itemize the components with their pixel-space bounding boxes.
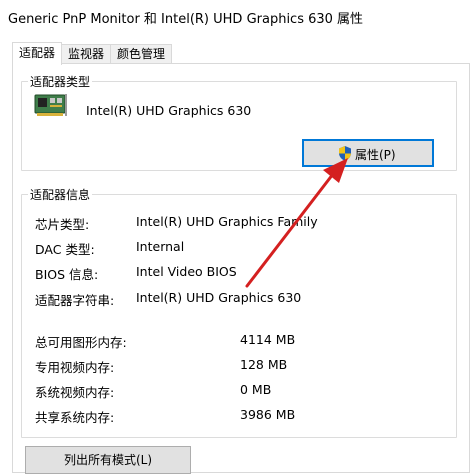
- chip-type-value: Intel(R) UHD Graphics Family: [136, 214, 318, 229]
- shared-system-memory-value: 3986 MB: [240, 407, 296, 422]
- adapter-type-group-title: 适配器类型: [28, 73, 93, 90]
- adapter-info-group-title: 适配器信息: [28, 186, 93, 203]
- adapter-type-group: 适配器类型 Intel(R) UHD Graphics 630 属性(P): [21, 73, 457, 171]
- dedicated-video-memory-value: 128 MB: [240, 357, 288, 372]
- shared-system-memory-label: 共享系统内存:: [35, 410, 115, 425]
- dac-type-label: DAC 类型:: [35, 242, 95, 257]
- tab-panel-adapter: 适配器类型 Intel(R) UHD Graphics 630 属性(P) 适配…: [12, 63, 470, 474]
- tab-color-management[interactable]: 颜色管理: [110, 44, 172, 63]
- properties-button[interactable]: 属性(P): [302, 139, 434, 167]
- graphics-card-icon: [34, 94, 67, 116]
- tab-adapter[interactable]: 适配器: [12, 42, 62, 65]
- adapter-string-value: Intel(R) UHD Graphics 630: [136, 290, 302, 305]
- chip-type-label: 芯片类型:: [35, 217, 90, 232]
- title-bar[interactable]: Generic PnP Monitor 和 Intel(R) UHD Graph…: [0, 0, 472, 32]
- total-graphics-memory-value: 4114 MB: [240, 332, 296, 347]
- adapter-info-group: 适配器信息 芯片类型: Intel(R) UHD Graphics Family…: [21, 186, 457, 438]
- tab-monitor[interactable]: 监视器: [61, 44, 111, 63]
- dac-type-value: Internal: [136, 239, 185, 254]
- system-video-memory-value: 0 MB: [240, 382, 272, 397]
- list-all-modes-button[interactable]: 列出所有模式(L): [25, 446, 191, 474]
- uac-shield-icon: [339, 146, 351, 161]
- adapter-string-label: 适配器字符串:: [35, 293, 115, 308]
- window-title: Generic PnP Monitor 和 Intel(R) UHD Graph…: [8, 12, 364, 27]
- bios-info-label: BIOS 信息:: [35, 267, 99, 282]
- properties-button-label: 属性(P): [355, 148, 396, 162]
- dedicated-video-memory-label: 专用视频内存:: [35, 360, 115, 375]
- bios-info-value: Intel Video BIOS: [136, 264, 237, 279]
- system-video-memory-label: 系统视频内存:: [35, 385, 115, 400]
- total-graphics-memory-label: 总可用图形内存:: [35, 335, 127, 350]
- adapter-name: Intel(R) UHD Graphics 630: [86, 103, 252, 118]
